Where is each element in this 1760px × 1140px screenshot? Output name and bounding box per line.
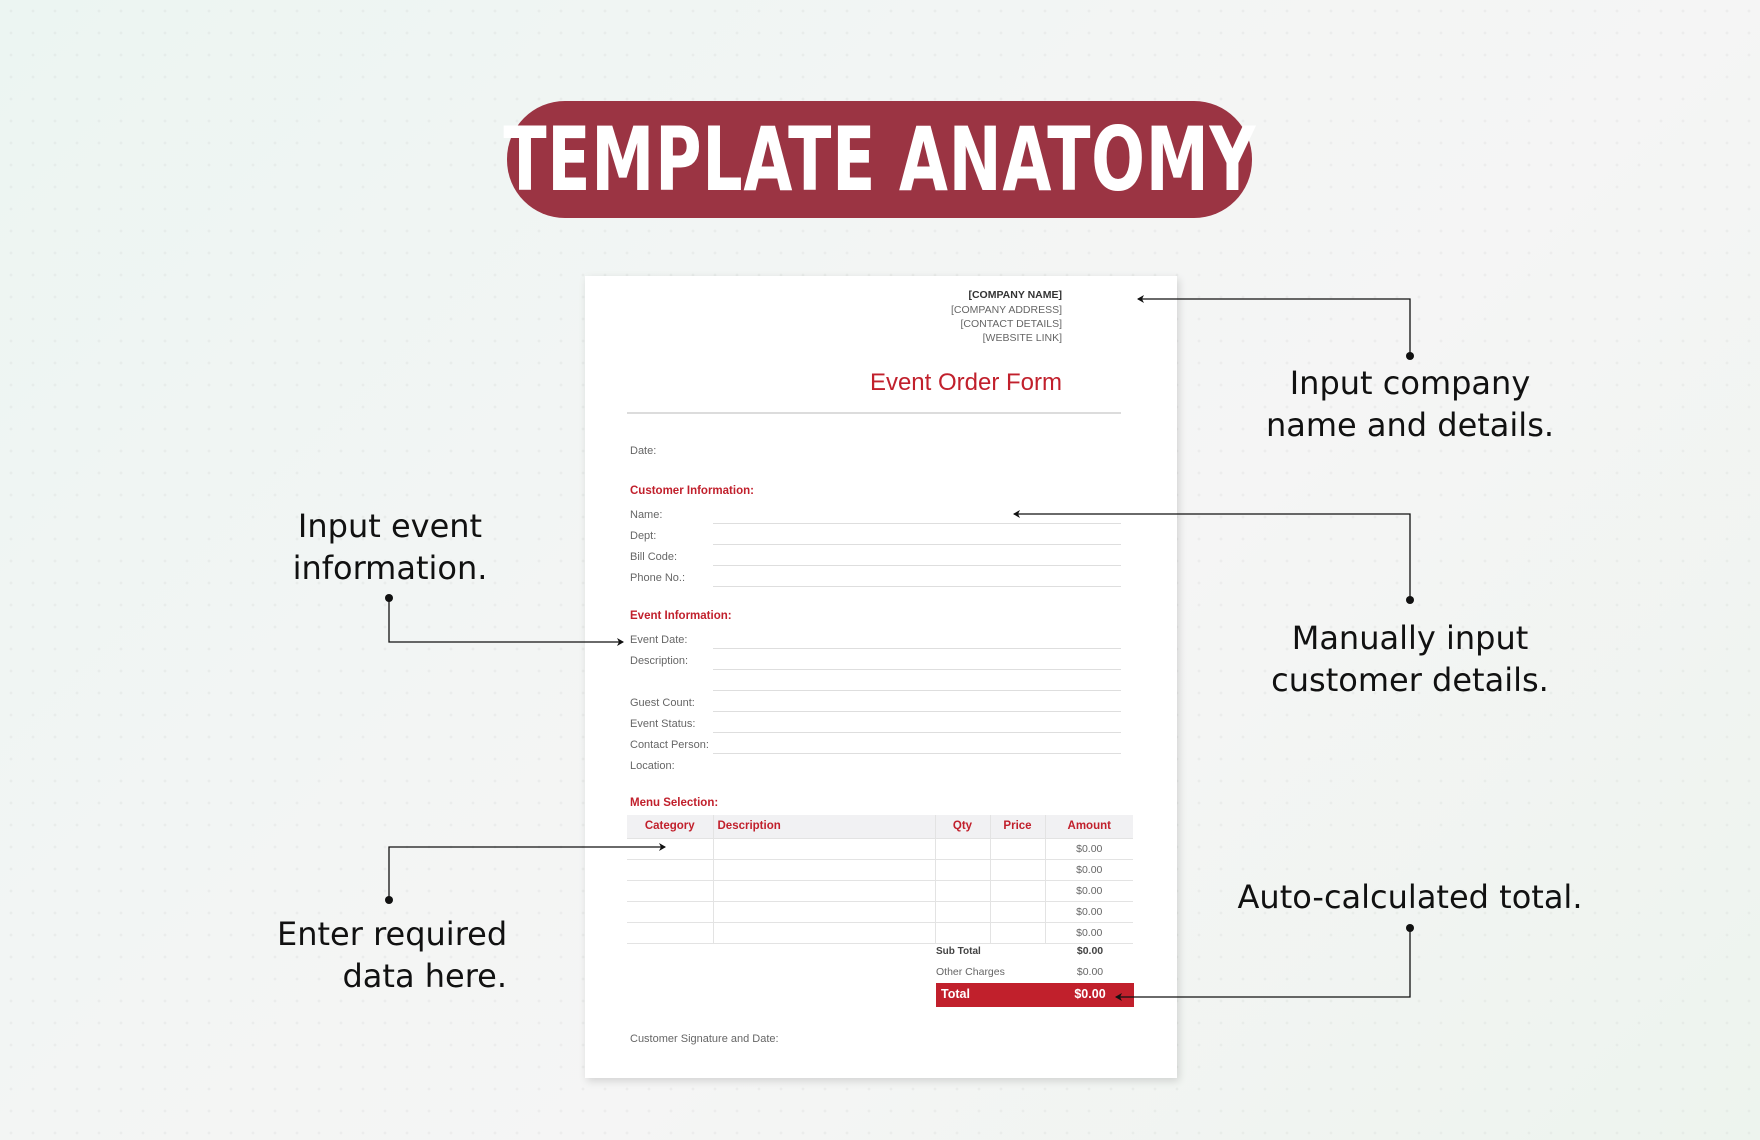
table-row: $0.00 <box>627 900 1133 922</box>
price-cell[interactable] <box>989 900 1045 922</box>
callout-total-line1: Auto-calculated total. <box>1237 878 1583 916</box>
event-status-input-line[interactable] <box>713 732 1121 733</box>
company-address[interactable]: [COMPANY ADDRESS] <box>951 304 1062 316</box>
table-row: $0.00 <box>627 858 1133 880</box>
event-date-input-line[interactable] <box>713 648 1121 649</box>
column-header-amount: Amount <box>1044 815 1133 838</box>
callout-customer-line1: Manually input <box>1291 619 1529 657</box>
description-cell[interactable] <box>712 858 935 880</box>
event-field-date: Event Date: <box>630 634 688 646</box>
customer-field-name: Name: <box>630 509 663 521</box>
callout-event: Input event information. <box>190 505 590 589</box>
description-cell[interactable] <box>712 837 935 859</box>
description-cell[interactable] <box>712 879 935 901</box>
customer-field-phone: Phone No.: <box>630 572 686 584</box>
callout-total: Auto-calculated total. <box>1160 876 1660 918</box>
event-field-contact-person: Contact Person: <box>630 739 709 751</box>
bill-code-input-line[interactable] <box>713 565 1121 566</box>
guest-count-input-line[interactable] <box>713 711 1121 712</box>
phone-input-line[interactable] <box>713 586 1121 587</box>
customer-field-bill-code: Bill Code: <box>630 551 678 563</box>
column-header-description: Description <box>712 815 935 838</box>
signature-label: Customer Signature and Date: <box>630 1033 779 1045</box>
event-leader-dot <box>385 594 393 602</box>
total-value: $0.00 <box>1074 987 1106 1001</box>
header-divider <box>627 412 1121 414</box>
description-input-line[interactable] <box>713 669 1121 670</box>
qty-cell[interactable] <box>934 858 990 880</box>
company-website[interactable]: [WEBSITE LINK] <box>983 332 1062 344</box>
callout-data: Enter required data here. <box>277 913 507 997</box>
total-leader-dot <box>1406 924 1414 932</box>
event-field-location: Location: <box>630 760 675 772</box>
menu-table: Category Description Qty Price Amount $0… <box>627 815 1133 944</box>
qty-cell[interactable] <box>934 879 990 901</box>
column-header-qty: Qty <box>934 815 990 838</box>
event-field-guest-count: Guest Count: <box>630 697 695 709</box>
other-charges-value[interactable]: $0.00 <box>1046 966 1134 978</box>
amount-cell: $0.00 <box>1044 900 1133 922</box>
column-header-category: Category <box>627 815 713 838</box>
title-banner: TEMPLATE ANATOMY <box>503 101 1255 218</box>
description-cell[interactable] <box>712 921 935 944</box>
callout-data-line2: data here. <box>342 957 507 995</box>
total-label: Total <box>941 987 970 1001</box>
company-contact[interactable]: [CONTACT DETAILS] <box>960 318 1062 330</box>
document-page: [COMPANY NAME] [COMPANY ADDRESS] [CONTAC… <box>585 276 1177 1078</box>
callout-customer-line2: customer details. <box>1271 661 1549 699</box>
date-label: Date: <box>630 445 657 457</box>
subtotal-label: Sub Total <box>936 946 981 957</box>
category-cell[interactable] <box>627 900 713 922</box>
total-bar: Total $0.00 <box>936 983 1134 1007</box>
name-input-line[interactable] <box>713 523 1121 524</box>
callout-data-line1: Enter required <box>277 915 508 953</box>
category-cell[interactable] <box>627 858 713 880</box>
event-field-status: Event Status: <box>630 718 696 730</box>
customer-leader-dot <box>1406 596 1414 604</box>
qty-cell[interactable] <box>934 921 990 944</box>
company-name[interactable]: [COMPANY NAME] <box>968 289 1062 301</box>
contact-person-input-line[interactable] <box>713 753 1121 754</box>
customer-field-dept: Dept: <box>630 530 657 542</box>
document-title: Event Order Form <box>869 369 1062 396</box>
table-row: $0.00 <box>627 879 1133 901</box>
dept-input-line[interactable] <box>713 544 1121 545</box>
event-field-description: Description: <box>630 655 689 667</box>
amount-cell: $0.00 <box>1044 879 1133 901</box>
category-cell[interactable] <box>627 921 713 944</box>
price-cell[interactable] <box>989 858 1045 880</box>
callout-company-line1: Input company <box>1289 364 1531 402</box>
menu-table-header: Category Description Qty Price Amount <box>627 815 1133 838</box>
column-header-price: Price <box>989 815 1045 838</box>
customer-section-heading: Customer Information: <box>630 485 754 497</box>
qty-cell[interactable] <box>934 900 990 922</box>
description-cell[interactable] <box>712 900 935 922</box>
callout-event-line1: Input event <box>297 507 483 545</box>
qty-cell[interactable] <box>934 837 990 859</box>
other-charges-label: Other Charges <box>936 966 1005 978</box>
amount-cell: $0.00 <box>1044 837 1133 859</box>
description-input-line-2[interactable] <box>713 690 1121 691</box>
table-row: $0.00 <box>627 837 1133 859</box>
price-cell[interactable] <box>989 879 1045 901</box>
table-row: $0.00 <box>627 921 1133 944</box>
event-section-heading: Event Information: <box>630 610 732 622</box>
callout-customer: Manually input customer details. <box>1210 617 1610 701</box>
price-cell[interactable] <box>989 921 1045 944</box>
category-cell[interactable] <box>627 837 713 859</box>
amount-cell: $0.00 <box>1044 921 1133 944</box>
callout-company: Input company name and details. <box>1210 362 1610 446</box>
callout-company-line2: name and details. <box>1265 406 1555 444</box>
data-leader-dot <box>385 896 393 904</box>
callout-event-line2: information. <box>292 549 488 587</box>
company-leader-dot <box>1406 352 1414 360</box>
menu-section-heading: Menu Selection: <box>630 797 719 809</box>
amount-cell: $0.00 <box>1044 858 1133 880</box>
category-cell[interactable] <box>627 879 713 901</box>
banner-title: TEMPLATE ANATOMY <box>503 108 1256 211</box>
subtotal-value: $0.00 <box>1076 945 1104 957</box>
company-leader <box>1137 295 1414 360</box>
price-cell[interactable] <box>989 837 1045 859</box>
